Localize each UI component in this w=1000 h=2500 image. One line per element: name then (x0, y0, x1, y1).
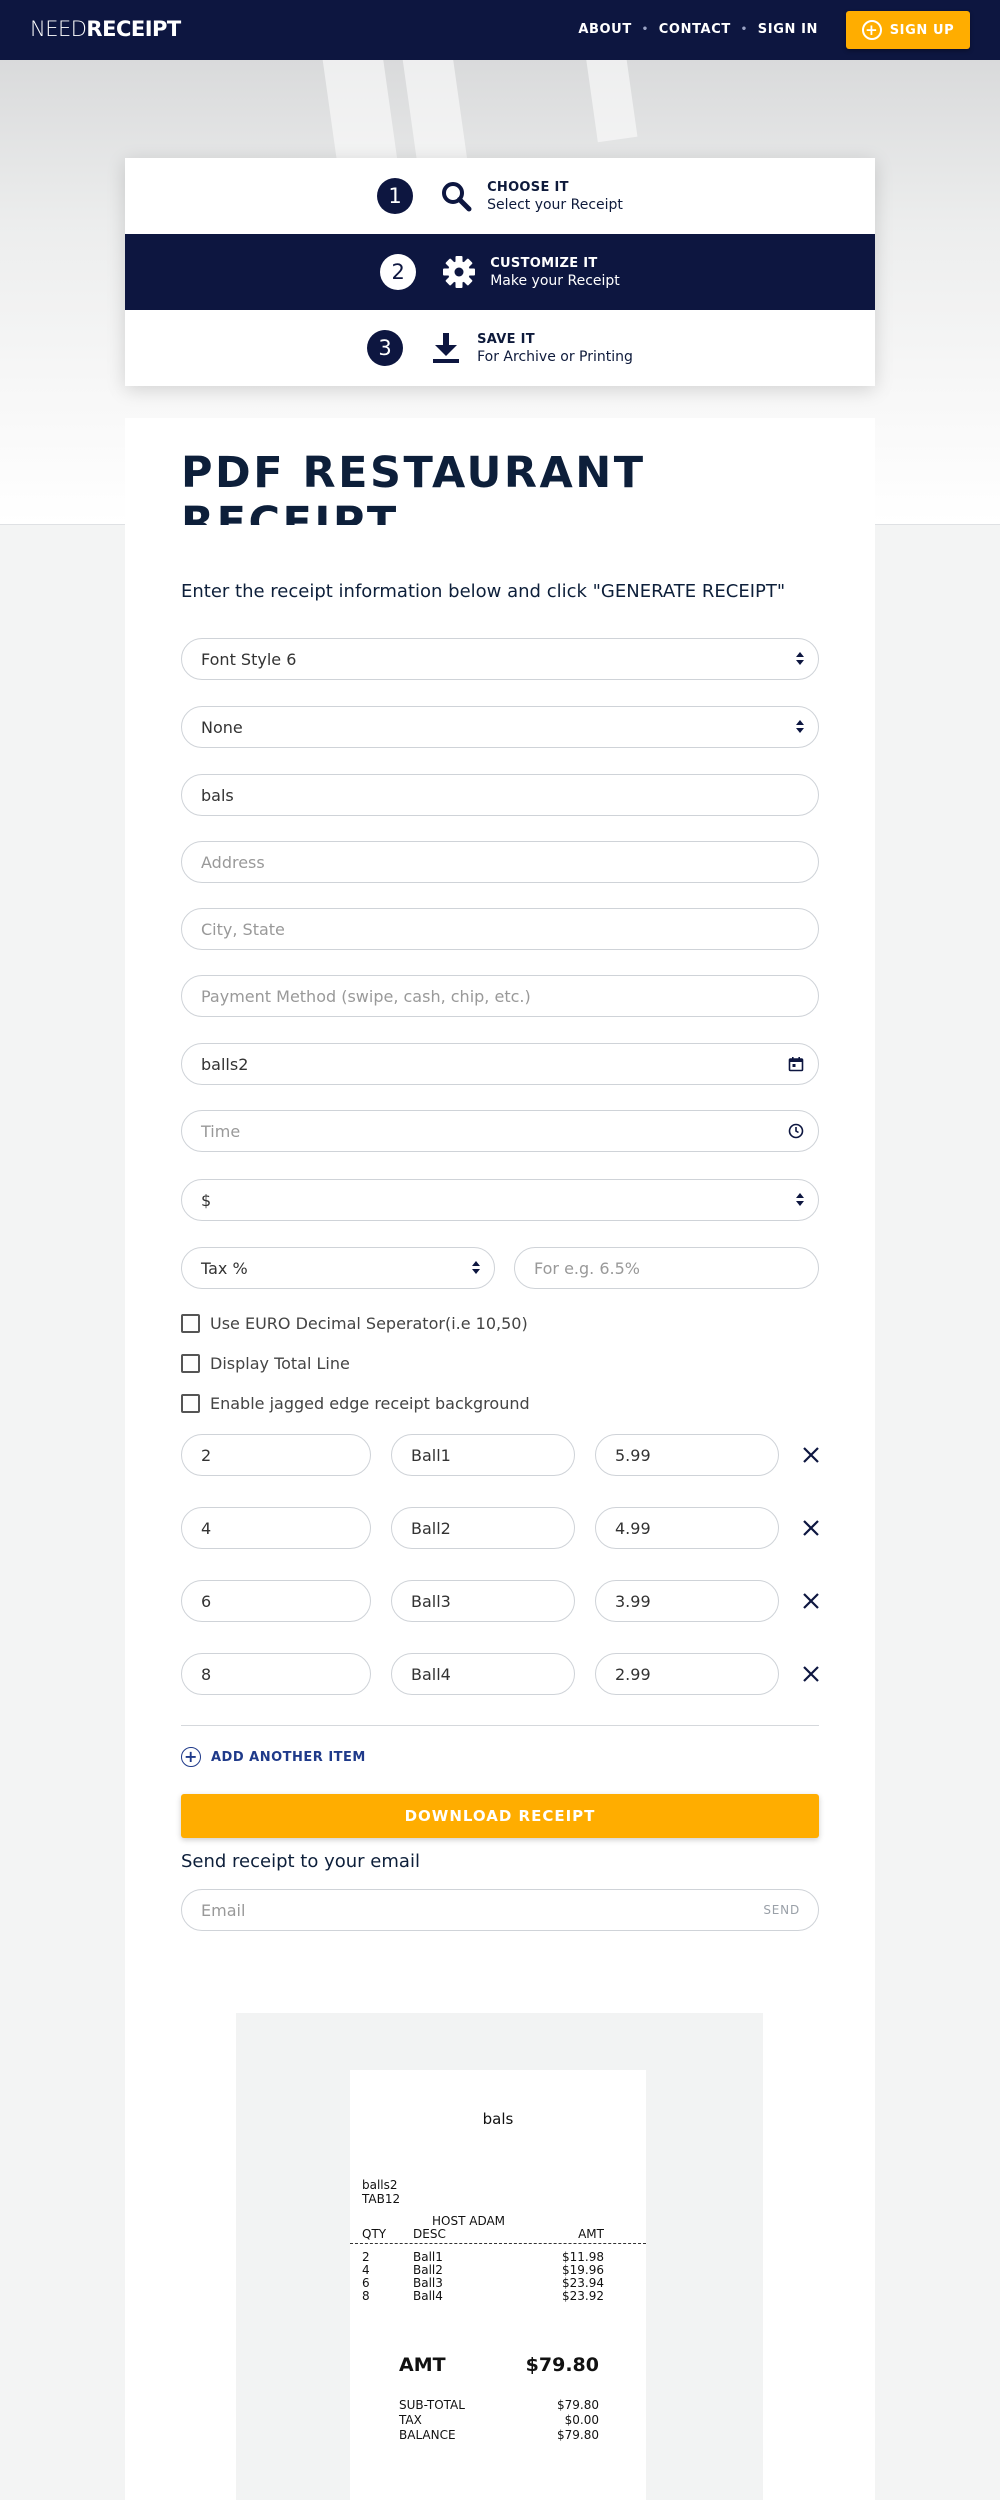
font-style-select[interactable]: Font Style 6 (181, 638, 819, 680)
line-item-row: 8 Ball4 2.99 (181, 1653, 841, 1695)
send-button[interactable]: SEND (763, 1903, 800, 1917)
receipt-subtotal: SUB-TOTAL $79.80 (399, 2398, 599, 2412)
step-title: CHOOSE IT (487, 179, 569, 195)
line-item-row: 6 Ball3 3.99 (181, 1580, 841, 1622)
top-navbar: NEEDRECEIPT ABOUT • CONTACT • SIGN IN + … (0, 0, 1000, 60)
city-state-input[interactable]: City, State (181, 908, 819, 950)
step-number: 1 (377, 178, 414, 214)
line-item-row: 4 Ball2 4.99 (181, 1507, 841, 1549)
receipt-form: Enter the receipt information below and … (125, 525, 875, 2500)
step-choose[interactable]: 1 CHOOSE IT Select your Receipt (125, 158, 875, 234)
step-subtitle: Select your Receipt (487, 196, 623, 213)
hero-receipt-image (582, 60, 638, 143)
receipt-business-name: bals (482, 2110, 514, 2128)
remove-item-icon[interactable] (799, 1516, 823, 1540)
title-card: PDF RESTAURANT RECEIPT (125, 418, 875, 548)
tax-type-select[interactable]: Tax % (181, 1247, 495, 1289)
step-number: 2 (380, 254, 417, 290)
receipt-total-amount: AMT $79.80 (399, 2354, 599, 2376)
receipt-desc-column: Ball1 Ball2 Ball3 Ball4 (413, 2250, 443, 2303)
divider (181, 1725, 819, 1726)
item-qty-input[interactable]: 8 (181, 1653, 371, 1695)
plus-circle-icon: + (861, 20, 882, 40)
address-input[interactable]: Address (181, 841, 819, 883)
receipt-paper: bals balls2 TAB12 HOST ADAM QTY DESC AMT… (350, 2070, 646, 2500)
plus-circle-icon: + (181, 1747, 201, 1767)
receipt-balance: BALANCE $79.80 (399, 2428, 599, 2442)
item-qty-input[interactable]: 6 (181, 1580, 371, 1622)
step-number: 3 (367, 330, 404, 366)
receipt-col-qty: QTY (362, 2227, 387, 2241)
gear-icon (442, 255, 476, 289)
step-customize[interactable]: 2 CUSTOMIZE IT Make your Receipt (125, 234, 875, 310)
step-title: CUSTOMIZE IT (490, 255, 598, 271)
select-arrows-icon (472, 1261, 480, 1275)
steps-panel: 1 CHOOSE IT Select your Receipt 2 CUSTOM… (125, 158, 875, 386)
search-icon (439, 179, 473, 213)
form-intro: Enter the receipt information below and … (181, 581, 786, 602)
item-price-input[interactable]: 5.99 (595, 1434, 779, 1476)
item-desc-input[interactable]: Ball1 (391, 1434, 575, 1476)
date-input[interactable]: balls2 (181, 1043, 819, 1085)
remove-item-icon[interactable] (799, 1443, 823, 1467)
remove-item-icon[interactable] (799, 1589, 823, 1613)
calendar-icon[interactable] (788, 1056, 804, 1075)
select-arrows-icon (796, 1193, 804, 1207)
nav-contact-link[interactable]: CONTACT (659, 22, 731, 37)
payment-method-input[interactable]: Payment Method (swipe, cash, chip, etc.) (181, 975, 819, 1017)
tax-rate-input[interactable]: For e.g. 6.5% (514, 1247, 819, 1289)
download-receipt-button[interactable]: DOWNLOAD RECEIPT (181, 1794, 819, 1838)
checkbox-box[interactable] (181, 1314, 200, 1333)
receipt-date: balls2 (362, 2178, 398, 2192)
item-price-input[interactable]: 4.99 (595, 1507, 779, 1549)
line-item-row: 2 Ball1 5.99 (181, 1434, 841, 1476)
select-arrows-icon (796, 652, 804, 666)
remove-item-icon[interactable] (799, 1662, 823, 1686)
receipt-tab: TAB12 (362, 2192, 401, 2206)
receipt-col-desc: DESC (413, 2227, 446, 2241)
select-arrows-icon (796, 720, 804, 734)
clock-icon[interactable] (788, 1123, 804, 1142)
item-desc-input[interactable]: Ball4 (391, 1653, 575, 1695)
item-qty-input[interactable]: 2 (181, 1434, 371, 1476)
item-price-input[interactable]: 3.99 (595, 1580, 779, 1622)
currency-select[interactable]: $ (181, 1179, 819, 1221)
main-nav: ABOUT • CONTACT • SIGN IN (578, 22, 818, 37)
receipt-preview: bals balls2 TAB12 HOST ADAM QTY DESC AMT… (236, 2013, 763, 2500)
receipt-divider (350, 2243, 646, 2244)
item-qty-input[interactable]: 4 (181, 1507, 371, 1549)
item-price-input[interactable]: 2.99 (595, 1653, 779, 1695)
logo[interactable]: NEEDRECEIPT (30, 17, 181, 41)
receipt-tax: TAX $0.00 (399, 2413, 599, 2427)
item-desc-input[interactable]: Ball2 (391, 1507, 575, 1549)
signup-button[interactable]: + SIGN UP (846, 11, 970, 49)
nav-about-link[interactable]: ABOUT (578, 22, 631, 37)
time-input[interactable]: Time (181, 1110, 819, 1152)
step-subtitle: Make your Receipt (490, 272, 620, 289)
logo-select[interactable]: None (181, 706, 819, 748)
display-total-checkbox[interactable]: Display Total Line (181, 1354, 350, 1373)
email-input[interactable]: Email SEND (181, 1889, 819, 1931)
step-save[interactable]: 3 SAVE IT For Archive or Printing (125, 310, 875, 386)
receipt-col-amt: AMT (578, 2227, 604, 2241)
receipt-host: HOST ADAM (432, 2214, 506, 2228)
download-icon (429, 331, 463, 365)
step-title: SAVE IT (477, 331, 535, 347)
receipt-amt-column: $11.98 $19.96 $23.94 $23.92 (562, 2250, 604, 2303)
checkbox-box[interactable] (181, 1394, 200, 1413)
hero-receipt-image (401, 60, 469, 173)
nav-separator: • (641, 24, 649, 35)
nav-separator: • (740, 24, 748, 35)
business-name-input[interactable]: bals (181, 774, 819, 816)
step-subtitle: For Archive or Printing (477, 348, 633, 365)
add-item-link[interactable]: + ADD ANOTHER ITEM (181, 1747, 366, 1767)
send-email-label: Send receipt to your email (181, 1851, 420, 1872)
checkbox-box[interactable] (181, 1354, 200, 1373)
euro-decimal-checkbox[interactable]: Use EURO Decimal Seperator(i.e 10,50) (181, 1314, 528, 1333)
nav-signin-link[interactable]: SIGN IN (758, 22, 818, 37)
receipt-qty-column: 2 4 6 8 (362, 2250, 370, 2303)
jagged-edge-checkbox[interactable]: Enable jagged edge receipt background (181, 1394, 530, 1413)
item-desc-input[interactable]: Ball3 (391, 1580, 575, 1622)
